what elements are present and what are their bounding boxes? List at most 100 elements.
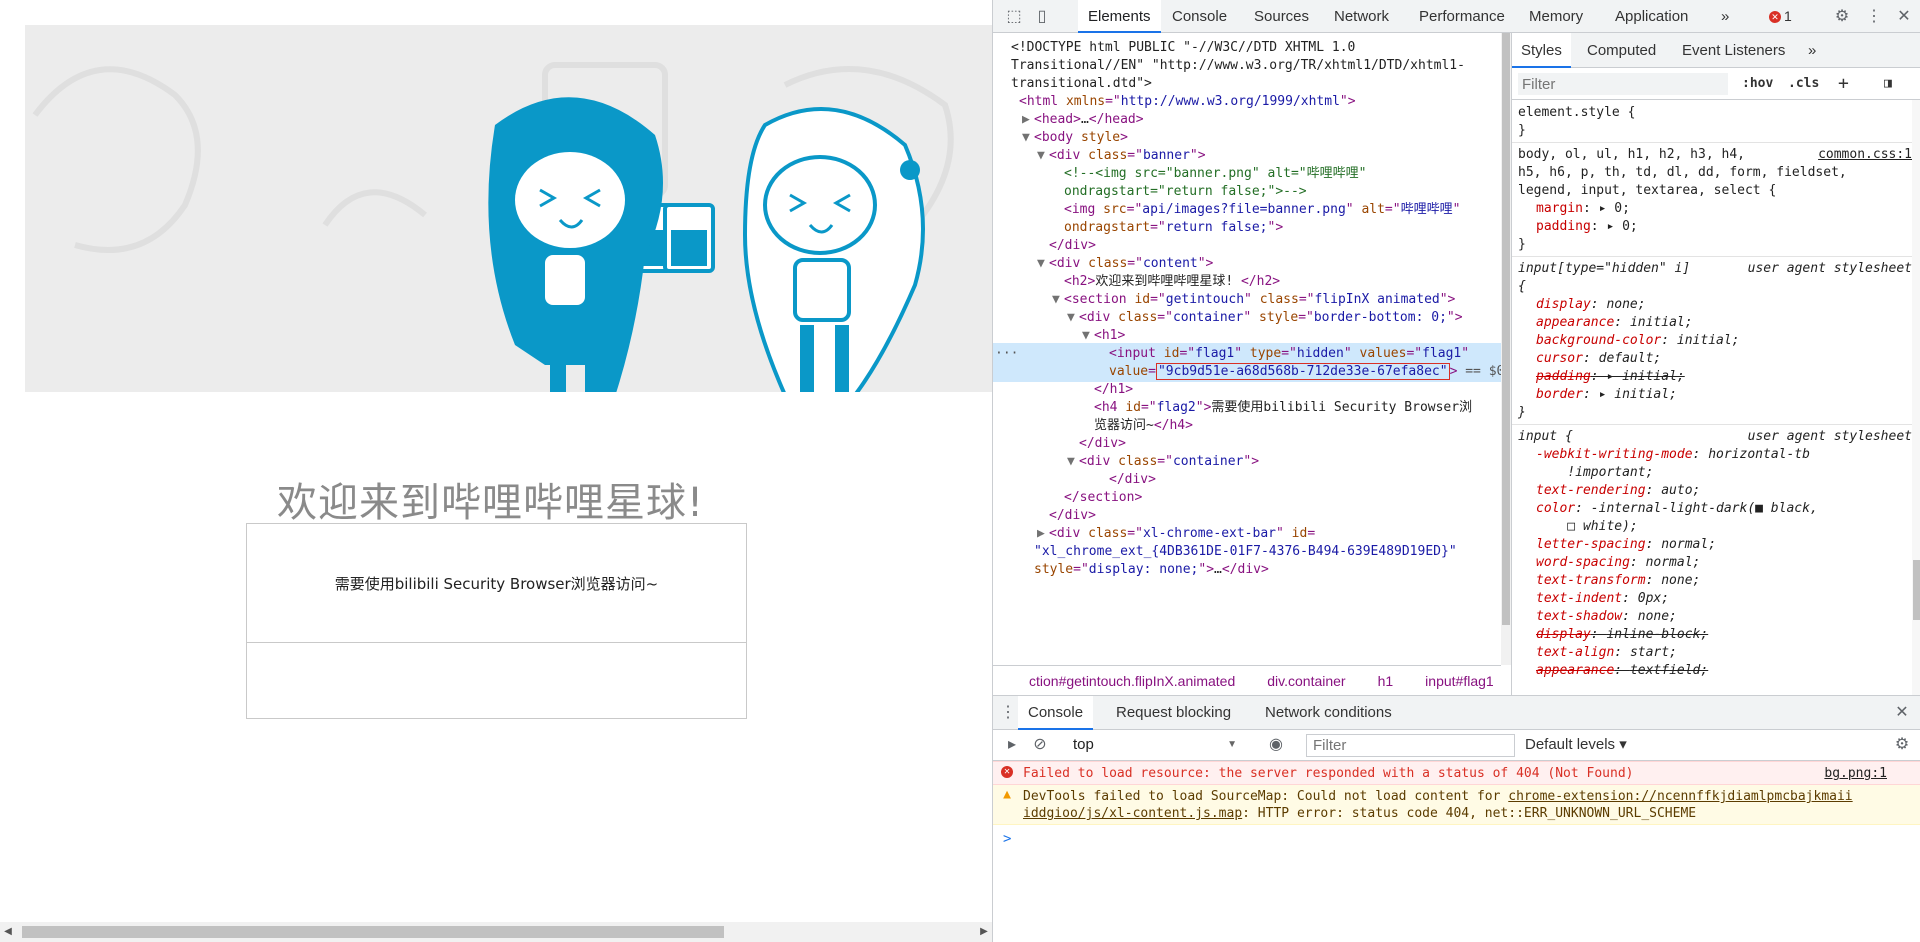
breadcrumb-item[interactable]: input#flag1 <box>1425 673 1494 689</box>
css-property-value[interactable]: normal; <box>1661 537 1716 552</box>
css-property-name[interactable]: text-indent <box>1536 591 1622 606</box>
elements-scrollbar[interactable] <box>1501 33 1511 665</box>
dom-line[interactable]: style="display: none;">…</div> <box>993 559 1501 580</box>
close-drawer-icon[interactable]: ✕ <box>1891 702 1913 724</box>
console-filter-input[interactable] <box>1306 734 1515 757</box>
css-property-name[interactable]: appearance <box>1536 663 1614 678</box>
tab-console[interactable]: Console <box>1162 0 1237 33</box>
breadcrumb-item[interactable]: h1 <box>1378 673 1394 689</box>
settings-gear-icon[interactable]: ⚙ <box>1831 6 1853 28</box>
css-property-value[interactable]: textfield; <box>1630 663 1708 678</box>
drawer-tab-console[interactable]: Console <box>1018 696 1094 730</box>
horizontal-scrollbar[interactable]: ◀ ▶ <box>0 922 992 942</box>
tab-elements[interactable]: Elements <box>1078 0 1161 33</box>
clear-console-icon[interactable]: ⊘ <box>1029 734 1051 756</box>
css-property-name[interactable]: background-color <box>1536 333 1661 348</box>
scroll-right-arrow-icon[interactable]: ▶ <box>976 922 992 942</box>
style-declaration[interactable]: padding: ▸ initial; <box>1536 368 1912 386</box>
css-property-name[interactable]: letter-spacing <box>1536 537 1646 552</box>
style-declaration[interactable]: cursor: default; <box>1536 350 1912 368</box>
css-property-name[interactable]: padding <box>1536 219 1591 234</box>
new-rule-plus-icon[interactable]: + <box>1838 73 1849 95</box>
style-declaration[interactable]: padding: ▸ 0; <box>1536 218 1912 236</box>
log-levels-dropdown[interactable]: Default levels ▾ <box>1525 734 1627 756</box>
tab-performance[interactable]: Performance <box>1409 0 1515 33</box>
scroll-left-arrow-icon[interactable]: ◀ <box>0 922 16 942</box>
console-prompt[interactable]: > <box>1003 831 1011 847</box>
tab-application[interactable]: Application <box>1605 0 1698 33</box>
kebab-menu-icon[interactable]: ⋮ <box>1863 6 1885 28</box>
css-property-name[interactable]: padding <box>1536 369 1591 384</box>
css-property-value[interactable]: ▸ initial; <box>1606 369 1684 384</box>
css-property-value[interactable]: none; <box>1606 297 1645 312</box>
css-property-value[interactable]: normal; <box>1646 555 1701 570</box>
css-property-name[interactable]: margin <box>1536 201 1583 216</box>
css-property-value[interactable]: inline-block; <box>1606 627 1708 642</box>
css-property-name[interactable]: display <box>1536 627 1591 642</box>
breadcrumb-item[interactable]: div.container <box>1267 673 1345 689</box>
tab-computed[interactable]: Computed <box>1578 33 1665 68</box>
style-declaration[interactable]: text-shadow: none; <box>1536 608 1912 626</box>
css-property-name[interactable]: text-transform <box>1536 573 1646 588</box>
style-declaration[interactable]: border: ▸ initial; <box>1536 386 1912 404</box>
css-property-value[interactable]: initial; <box>1677 333 1740 348</box>
css-property-name[interactable]: text-rendering <box>1536 483 1646 498</box>
class-toggle[interactable]: .cls <box>1788 73 1819 95</box>
rule-source-link[interactable]: common.css:1 <box>1818 146 1912 164</box>
css-property-value[interactable]: none; <box>1638 609 1677 624</box>
style-declaration[interactable]: letter-spacing: normal; <box>1536 536 1912 554</box>
css-property-name[interactable]: border <box>1536 387 1583 402</box>
css-property-value[interactable]: -internal-light-dark(■ black, <box>1591 501 1818 516</box>
css-property-name[interactable]: appearance <box>1536 315 1614 330</box>
css-property-value[interactable]: ▸ initial; <box>1599 387 1677 402</box>
css-property-name[interactable]: text-align <box>1536 645 1614 660</box>
css-property-name[interactable]: display <box>1536 297 1591 312</box>
tab-network[interactable]: Network <box>1324 0 1399 33</box>
css-property-value[interactable]: ▸ 0; <box>1599 201 1630 216</box>
style-declaration[interactable]: display: none; <box>1536 296 1912 314</box>
elements-scrollbar-thumb[interactable] <box>1502 33 1510 625</box>
console-sidebar-icon[interactable]: ▸ <box>1001 734 1023 756</box>
live-expression-eye-icon[interactable]: ◉ <box>1265 734 1287 756</box>
tab-sources[interactable]: Sources <box>1244 0 1319 33</box>
more-tabs-icon[interactable]: » <box>1711 0 1739 33</box>
style-declaration[interactable]: appearance: initial; <box>1536 314 1912 332</box>
style-declaration[interactable]: display: inline-block; <box>1536 626 1912 644</box>
tab-memory[interactable]: Memory <box>1519 0 1593 33</box>
style-declaration[interactable]: text-indent: 0px; <box>1536 590 1912 608</box>
device-toolbar-icon[interactable]: ▯ <box>1031 6 1053 28</box>
flag-value-highlight[interactable]: "9cb9d51e-a68d568b-712de33e-67efa8ec" <box>1155 363 1450 380</box>
hover-state-toggle[interactable]: :hov <box>1742 73 1773 95</box>
css-property-value[interactable]: default; <box>1599 351 1662 366</box>
sourcemap-link-cont[interactable]: iddgioo/js/xl-content.js.map <box>1023 806 1242 821</box>
drawer-tab-request-blocking[interactable]: Request blocking <box>1106 696 1241 730</box>
css-property-name[interactable]: color <box>1536 501 1575 516</box>
style-declaration[interactable]: -webkit-writing-mode: horizontal-tb <box>1536 446 1912 464</box>
style-declaration[interactable]: word-spacing: normal; <box>1536 554 1912 572</box>
css-property-name[interactable]: text-shadow <box>1536 609 1622 624</box>
style-declaration[interactable]: margin: ▸ 0; <box>1536 200 1912 218</box>
style-declaration[interactable]: text-transform: none; <box>1536 572 1912 590</box>
tab-event-listeners[interactable]: Event Listeners <box>1673 33 1794 68</box>
css-property-value[interactable]: 0px; <box>1638 591 1669 606</box>
drawer-tab-network-conditions[interactable]: Network conditions <box>1255 696 1402 730</box>
css-property-value[interactable]: none; <box>1661 573 1700 588</box>
breadcrumb-item[interactable]: ction#getintouch.flipInX.animated <box>1029 673 1235 689</box>
style-declaration[interactable]: background-color: initial; <box>1536 332 1912 350</box>
css-property-value[interactable]: start; <box>1630 645 1677 660</box>
console-settings-gear-icon[interactable]: ⚙ <box>1891 734 1913 756</box>
inspect-element-icon[interactable]: ⬚ <box>1003 6 1025 28</box>
horizontal-scrollbar-thumb[interactable] <box>22 926 724 938</box>
css-property-name[interactable]: cursor <box>1536 351 1583 366</box>
drawer-menu-icon[interactable]: ⋮ <box>997 702 1019 724</box>
css-property-name[interactable]: word-spacing <box>1536 555 1630 570</box>
css-property-value[interactable]: ▸ 0; <box>1606 219 1637 234</box>
style-declaration[interactable]: appearance: textfield; <box>1536 662 1912 680</box>
styles-scrollbar-thumb[interactable] <box>1913 560 1920 620</box>
tab-styles[interactable]: Styles <box>1512 33 1571 68</box>
css-property-value[interactable]: auto; <box>1661 483 1700 498</box>
styles-filter-input[interactable] <box>1518 73 1728 95</box>
context-select[interactable]: top ▼ <box>1073 734 1241 756</box>
css-property-value[interactable]: initial; <box>1630 315 1693 330</box>
style-declaration[interactable]: color: -internal-light-dark(■ black, <box>1536 500 1912 518</box>
